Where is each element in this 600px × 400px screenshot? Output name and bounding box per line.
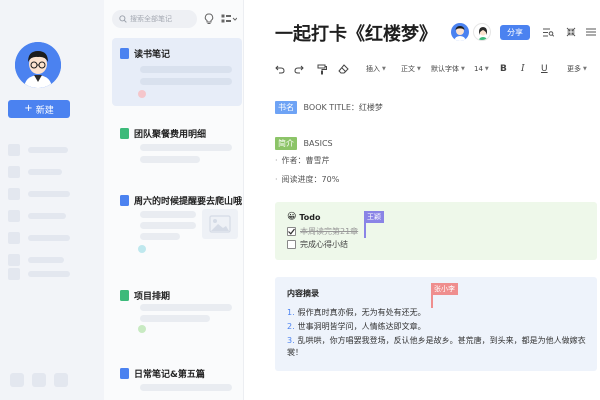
book-title-line[interactable]: 书名 BOOK TITLE：红楼梦 — [275, 101, 383, 114]
more-menu-icon[interactable] — [585, 26, 597, 38]
todo-title: 😀 Todo — [287, 212, 321, 222]
todo-text: 本周读完第21章 — [300, 227, 359, 236]
todo-title-text: Todo — [299, 212, 321, 222]
underline-button[interactable]: U — [541, 62, 548, 76]
note-title: 读书笔记 — [134, 49, 171, 60]
excerpt-item[interactable]: 1. 假作真时真亦假，无为有处有还无。 — [287, 307, 592, 319]
avatar-illustration — [15, 42, 61, 88]
intro-line[interactable]: 简介 BASICS — [275, 137, 333, 150]
editor-pane: 一起打卡《红楼梦》 分享 插入 ▼ 正文 ▼ 默认字体 ▼ 14 ▼ B I U… — [245, 0, 600, 400]
image-icon — [209, 215, 231, 233]
redo-icon[interactable] — [294, 62, 304, 76]
note-card[interactable]: 团队聚餐费用明细 — [112, 118, 242, 172]
note-title: 团队聚餐费用明细 — [134, 129, 207, 140]
share-button[interactable]: 分享 — [500, 25, 530, 40]
sheet-icon — [120, 127, 129, 139]
insert-label: 插入 — [366, 65, 380, 73]
document-title[interactable]: 一起打卡《红楼梦》 — [275, 20, 437, 46]
font-size-label: 14 — [474, 65, 483, 73]
paragraph-label: 正文 — [401, 65, 415, 73]
collaborator-cursor-label: 王颖 — [364, 211, 384, 223]
tag-dot — [138, 325, 146, 333]
search-box[interactable] — [112, 10, 197, 28]
outline-icon[interactable] — [542, 26, 554, 38]
author-line[interactable]: · 作者：曹雪芹 — [275, 155, 330, 166]
eraser-icon[interactable] — [338, 62, 349, 76]
tag-dot — [138, 245, 146, 253]
collaborator-avatar[interactable] — [451, 23, 469, 41]
collaborator-avatar[interactable] — [473, 23, 491, 41]
chevron-down-icon: ▼ — [484, 66, 489, 72]
bold-button[interactable]: B — [500, 62, 507, 76]
progress-text: 阅读进度：70% — [281, 175, 340, 184]
insert-dropdown[interactable]: 插入 ▼ — [366, 62, 386, 76]
chevron-down-icon: ▼ — [461, 66, 465, 72]
chevron-down-icon: ▼ — [583, 66, 587, 72]
collaborator-cursor-label: 张小李 — [431, 283, 458, 295]
bullet-icon: · — [275, 156, 278, 165]
note-title: 日常笔记&第五篇 — [134, 369, 205, 380]
smile-emoji-icon: 😀 — [287, 212, 297, 222]
note-card[interactable]: 读书笔记 — [112, 38, 242, 106]
excerpt-block[interactable]: 内容摘录 1. 假作真时真亦假，无为有处有还无。 2. 世事洞明皆学问，人情练达即文… — [275, 277, 597, 371]
view-toggle-icon[interactable] — [220, 12, 238, 26]
checkbox-checked[interactable] — [287, 227, 296, 236]
excerpt-item[interactable]: 2. 世事洞明皆学问，人情练达即文章。 — [287, 321, 592, 333]
checkbox-unchecked[interactable] — [287, 240, 296, 249]
collaborator-cursor — [431, 294, 433, 308]
share-label: 分享 — [507, 28, 523, 37]
progress-line[interactable]: · 阅读进度：70% — [275, 174, 339, 185]
font-size-dropdown[interactable]: 14 ▼ — [474, 62, 489, 76]
plus-icon: + — [24, 103, 33, 114]
format-painter-icon[interactable] — [317, 62, 327, 76]
user-avatar[interactable] — [15, 42, 61, 88]
rail-bottom-icon[interactable] — [10, 373, 24, 387]
new-note-label: 新建 — [35, 105, 54, 116]
tag-dot — [138, 90, 146, 98]
italic-button[interactable]: I — [521, 62, 525, 76]
book-title-text: BOOK TITLE：红楼梦 — [303, 103, 383, 112]
collapse-icon[interactable] — [565, 26, 577, 38]
excerpt-title: 内容摘录 — [287, 289, 319, 298]
todo-item[interactable]: 本周读完第21章 — [287, 226, 358, 237]
check-icon — [288, 228, 295, 235]
notes-app: + 新建 读书笔记 — [0, 0, 600, 400]
search-input[interactable] — [130, 15, 192, 23]
todo-item[interactable]: 完成心得小结 — [287, 239, 348, 250]
intro-tag: 简介 — [275, 137, 297, 150]
more-label: 更多 — [567, 65, 581, 73]
note-list-panel: 读书笔记 团队聚餐费用明细 周六的时候提醒要去爬山哦 — [104, 0, 244, 400]
author-text: 作者：曹雪芹 — [281, 156, 330, 165]
doc-icon — [120, 194, 129, 206]
note-card[interactable]: 日常笔记&第五篇 — [112, 358, 242, 400]
left-rail: + 新建 — [0, 0, 104, 400]
font-label: 默认字体 — [431, 65, 459, 73]
excerpt-item[interactable]: 3. 乱哄哄，你方唱罢我登场，反认他乡是故乡。甚荒唐，到头来，都是为他人做嫁衣裳！ — [287, 335, 592, 359]
lightbulb-icon[interactable] — [202, 12, 216, 26]
note-card[interactable]: 项目排期 — [112, 280, 242, 342]
todo-block[interactable]: 😀 Todo 本周读完第21章 完成心得小结 王颖 — [275, 202, 597, 260]
rail-bottom-icon[interactable] — [32, 373, 46, 387]
chevron-down-icon: ▼ — [417, 66, 421, 72]
new-note-button[interactable]: + 新建 — [8, 100, 70, 118]
book-tag: 书名 — [275, 101, 297, 114]
format-toolbar: 插入 ▼ 正文 ▼ 默认字体 ▼ 14 ▼ B I U 更多 ▼ — [275, 62, 595, 76]
search-icon — [119, 15, 127, 23]
undo-icon[interactable] — [275, 62, 285, 76]
bullet-icon: · — [275, 175, 278, 184]
font-dropdown[interactable]: 默认字体 ▼ — [431, 62, 465, 76]
note-title: 项目排期 — [134, 291, 171, 302]
sheet-icon — [120, 289, 129, 301]
note-card[interactable]: 周六的时候提醒要去爬山哦 — [112, 185, 242, 265]
chevron-down-icon: ▼ — [382, 66, 386, 72]
todo-text: 完成心得小结 — [300, 240, 348, 249]
paragraph-dropdown[interactable]: 正文 ▼ — [401, 62, 421, 76]
more-dropdown[interactable]: 更多 ▼ — [567, 62, 587, 76]
image-thumbnail — [202, 209, 238, 239]
intro-text: BASICS — [303, 139, 333, 148]
rail-bottom-icon[interactable] — [54, 373, 68, 387]
doc-icon — [120, 367, 129, 379]
note-title: 周六的时候提醒要去爬山哦 — [134, 196, 242, 207]
doc-icon — [120, 47, 129, 59]
